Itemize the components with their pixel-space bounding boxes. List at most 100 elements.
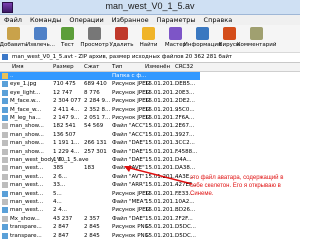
file-icon (2, 157, 8, 163)
file-icon (2, 199, 8, 205)
file-row[interactable]: man_west... 5... Рисунок JPEG 15.01.201... F… (0, 190, 200, 198)
toolbar-button-5[interactable]: Найти (135, 25, 162, 52)
file-row[interactable]: man_show... 1 191 1... 266 131 Файл "DAE" 15… (0, 139, 200, 147)
image-file-icon (2, 224, 8, 231)
toolbar: Добавить Извлечь... Тест Просмотр Удалить Най… (0, 25, 300, 53)
cell-crc: 2E67... (175, 123, 195, 130)
column-header-name[interactable]: Имя (12, 63, 24, 71)
cell-type: Рисунок PNG (112, 224, 149, 231)
file-row[interactable]: man_west_body_V0_1_5.ave 1 5... Файл "DAE"… (0, 156, 200, 164)
toolbar-button-3[interactable]: Просмотр (80, 25, 109, 52)
menu-options[interactable]: Параметры (153, 15, 200, 25)
cell-date: 15.01.201... (145, 199, 179, 205)
file-row[interactable]: man_show... 136 507 Файл "ACC" 15.01.201...… (0, 131, 200, 139)
cell-name: man_west... (10, 199, 44, 205)
file-icon (2, 148, 8, 155)
file-row[interactable]: eye_1.jpg 710 475 689 410 Рисунок JPEG 15.01… (0, 80, 200, 88)
title-bar: man_west_V0_1_5.av (0, 0, 300, 15)
file-row[interactable]: M_face.w... 2 304 077 2 284 9... Рисунок JP… (0, 97, 200, 105)
cell-crc: 95C0... (175, 106, 195, 113)
cell-name: man_west... (10, 190, 44, 197)
file-row[interactable]: man_west... 2 4... Рисунок JPEG 15.01.201..… (0, 206, 200, 214)
menu-help[interactable]: Справка (200, 15, 237, 25)
image-file-icon (2, 89, 8, 96)
toolbar-button-2[interactable]: Тест (54, 25, 81, 52)
file-row[interactable]: eye_light... 12 747 8 776 Рисунок JPEG 15.01… (0, 89, 200, 97)
cell-date: 15.01.201... (145, 232, 179, 239)
cell-name: man_west_body_V0_1_5.ave (10, 157, 89, 163)
menu-operations[interactable]: Операции (65, 15, 107, 25)
menu-file[interactable]: Файл (0, 15, 26, 25)
column-header-packed[interactable]: Сжат (84, 63, 99, 71)
toolbar-icon-5 (142, 27, 155, 40)
column-header-type[interactable]: Тип (112, 63, 123, 71)
cell-name: man_west... (10, 182, 44, 189)
cell-crc: F4588... (175, 148, 198, 155)
cell-crc: DEB5... (175, 81, 196, 88)
cell-type: Файл "ACC" (112, 131, 146, 138)
column-header-size[interactable]: Размер (53, 63, 74, 71)
toolbar-button-7[interactable]: Информация (184, 25, 221, 52)
toolbar-label: Комментарий (236, 42, 277, 48)
toolbar-label: Извлечь... (26, 42, 55, 48)
cell-size: 2 847 (53, 224, 69, 231)
menu-commands[interactable]: Команды (26, 15, 65, 25)
cell-date: 15.01.201... (145, 207, 179, 214)
toolbar-button-1[interactable]: Извлечь... (26, 25, 55, 52)
file-row[interactable]: transpare... 2 847 2 845 Рисунок PNG 15.01.2… (0, 223, 200, 231)
toolbar-icon-8 (223, 27, 236, 40)
cell-name: transpare... (10, 224, 42, 231)
file-row[interactable]: man_show... 1 229 4... 257 301 Файл "DAE" 15… (0, 148, 200, 156)
cell-crc: 3CC2... (175, 140, 195, 147)
annotation-text: это файл аватара, содержащий в себе скел… (190, 175, 284, 197)
cell-size: 2 147 9... (53, 115, 80, 121)
file-list-header: Имя Размер Сжат Тип Изменён CRC32 (0, 63, 300, 72)
file-row[interactable]: man_show... 182 541 54 569 Файл "ACC" 15.01.… (0, 122, 200, 130)
cell-crc: D4A... (175, 157, 192, 163)
cell-name: eye_1.jpg (10, 81, 37, 88)
up-folder-icon[interactable] (2, 54, 8, 60)
file-row[interactable]: man_west... 4... Файл "MEA" 15.01.201... 10A… (0, 198, 200, 206)
file-icon (2, 131, 8, 138)
image-file-icon (2, 232, 8, 239)
cell-name: M_face_w... (10, 106, 42, 113)
file-row[interactable]: Mx_show... 43 237 2 357 Файл "DAE" 15.01.201… (0, 215, 200, 223)
file-row[interactable]: M_leg_ha... 2 147 9... 2 051 7... Рисунок J… (0, 114, 200, 122)
archive-path: man_west_V0_1_5.avt - ZIP архив, размер … (12, 54, 233, 60)
file-icon (2, 215, 8, 222)
cell-name: transpare... (10, 232, 42, 239)
cell-packed: 2 357 (84, 215, 100, 222)
folder-icon (2, 73, 8, 79)
cell-date: 15.01.201... (145, 115, 179, 121)
cell-packed: 2 051 7... (84, 115, 111, 121)
column-header-modified[interactable]: Изменён (145, 63, 170, 71)
toolbar-label: Удалить (109, 42, 134, 48)
cell-type: Рисунок PNG (112, 232, 149, 239)
cell-name: man_west... (10, 165, 44, 172)
toolbar-button-4[interactable]: Удалить (108, 25, 135, 52)
toolbar-label: Просмотр (80, 42, 109, 48)
toolbar-button-0[interactable]: Добавить (0, 25, 27, 52)
file-icon (2, 173, 8, 180)
menu-favorites[interactable]: Избранное (108, 15, 153, 25)
cell-size: 12 747 (53, 89, 73, 96)
cell-date: 15.01.201... (145, 81, 179, 88)
file-row[interactable]: transpare... 2 847 2 845 Рисунок PNG 15.01.2… (0, 232, 200, 240)
cell-name: M_leg_ha... (10, 115, 41, 121)
cell-size: 1 229 4... (53, 148, 80, 155)
file-icon (2, 140, 8, 147)
image-file-icon (2, 190, 8, 197)
cell-size: 1 191 1... (53, 140, 80, 147)
image-file-icon (2, 115, 8, 121)
cell-name: man_show... (10, 131, 44, 138)
column-header-crc[interactable]: CRC32 (175, 63, 193, 71)
cell-date: 15.01.201... (145, 89, 179, 96)
toolbar-icon-4 (115, 27, 128, 40)
cell-date: 15.01.201... (145, 98, 179, 105)
toolbar-label: Тест (61, 42, 74, 48)
cell-packed: 2 845 (84, 224, 100, 231)
toolbar-button-9[interactable]: Комментарий (237, 25, 276, 52)
file-row[interactable]: .. Папка с ф... (0, 72, 200, 80)
cell-crc: D5DC... (175, 232, 197, 239)
file-row[interactable]: M_face_w... 2 411 4... 2 352 8... Рисунок J… (0, 106, 200, 114)
